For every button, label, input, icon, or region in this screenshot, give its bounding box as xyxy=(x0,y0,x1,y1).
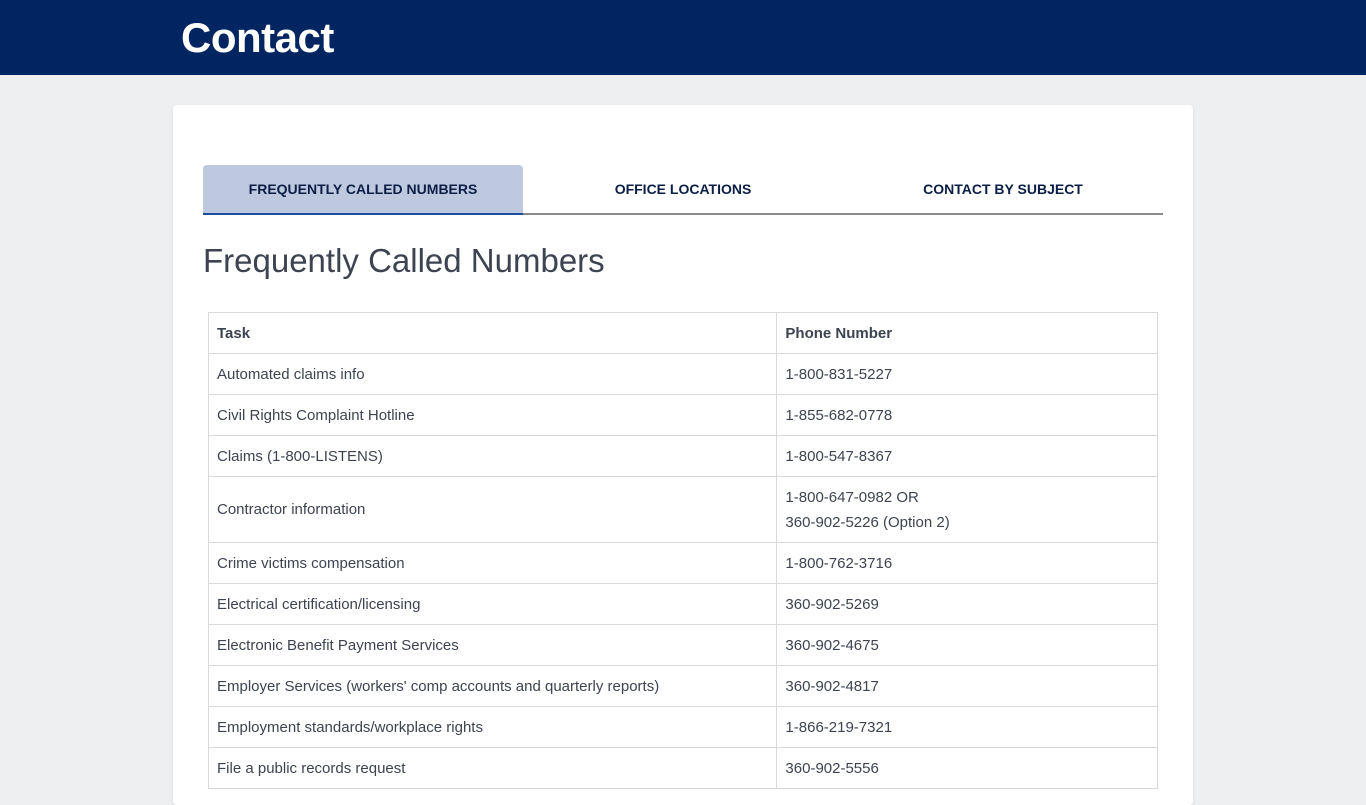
task-cell: Employer Services (workers' comp account… xyxy=(207,665,778,707)
task-cell: Automated claims info xyxy=(207,353,778,395)
table-row: Civil Rights Complaint Hotline 1-855-682… xyxy=(207,394,1158,436)
content-card: FREQUENTLY CALLED NUMBERS OFFICE LOCATIO… xyxy=(173,105,1193,805)
phone-cell: 360-902-5556 xyxy=(776,747,1158,789)
table-row: Employment standards/workplace rights 1-… xyxy=(207,706,1158,748)
phone-cell: 1-855-682-0778 xyxy=(776,394,1158,436)
page-header: Contact xyxy=(0,0,1366,75)
table-row: Electronic Benefit Payment Services 360-… xyxy=(207,624,1158,666)
table-row: File a public records request 360-902-55… xyxy=(207,747,1158,789)
task-cell: Claims (1-800-LISTENS) xyxy=(207,435,778,477)
table-header-row: Task Phone Number xyxy=(207,312,1158,354)
column-header-phone-number: Phone Number xyxy=(776,312,1158,354)
task-cell: Electronic Benefit Payment Services xyxy=(207,624,778,666)
section-title: Frequently Called Numbers xyxy=(203,242,605,279)
task-cell: Electrical certification/licensing xyxy=(207,583,778,625)
table-row: Claims (1-800-LISTENS) 1-800-547-8367 xyxy=(207,435,1158,477)
phone-cell: 360-902-4817 xyxy=(776,665,1158,707)
column-header-task: Task xyxy=(207,312,778,354)
phone-cell: 1-800-831-5227 xyxy=(776,353,1158,395)
task-cell: File a public records request xyxy=(207,747,778,789)
page-title: Contact xyxy=(181,14,334,61)
task-cell: Contractor information xyxy=(207,476,778,543)
tab-office-locations[interactable]: OFFICE LOCATIONS xyxy=(523,165,843,213)
phone-cell: 360-902-4675 xyxy=(776,624,1158,666)
task-cell: Crime victims compensation xyxy=(207,542,778,584)
phone-cell: 1-800-762-3716 xyxy=(776,542,1158,584)
table-row: Electrical certification/licensing 360-9… xyxy=(207,583,1158,625)
table-row: Contractor information 1-800-647-0982 OR… xyxy=(207,476,1158,543)
phone-cell: 1-800-647-0982 OR 360-902-5226 (Option 2… xyxy=(776,476,1158,543)
task-cell: Employment standards/workplace rights xyxy=(207,706,778,748)
phone-cell: 1-866-219-7321 xyxy=(776,706,1158,748)
phone-cell: 360-902-5269 xyxy=(776,583,1158,625)
phone-numbers-table: Task Phone Number Automated claims info … xyxy=(207,312,1158,789)
table-row: Crime victims compensation 1-800-762-371… xyxy=(207,542,1158,584)
tab-contact-by-subject[interactable]: CONTACT BY SUBJECT xyxy=(843,165,1163,213)
table-row: Employer Services (workers' comp account… xyxy=(207,665,1158,707)
table-row: Automated claims info 1-800-831-5227 xyxy=(207,353,1158,395)
task-cell: Civil Rights Complaint Hotline xyxy=(207,394,778,436)
phone-line: 1-800-647-0982 OR xyxy=(785,488,919,506)
tab-frequently-called-numbers[interactable]: FREQUENTLY CALLED NUMBERS xyxy=(203,165,523,215)
phone-line: 360-902-5226 (Option 2) xyxy=(785,513,950,531)
phone-cell: 1-800-547-8367 xyxy=(776,435,1158,477)
tab-bar: FREQUENTLY CALLED NUMBERS OFFICE LOCATIO… xyxy=(203,165,1163,215)
